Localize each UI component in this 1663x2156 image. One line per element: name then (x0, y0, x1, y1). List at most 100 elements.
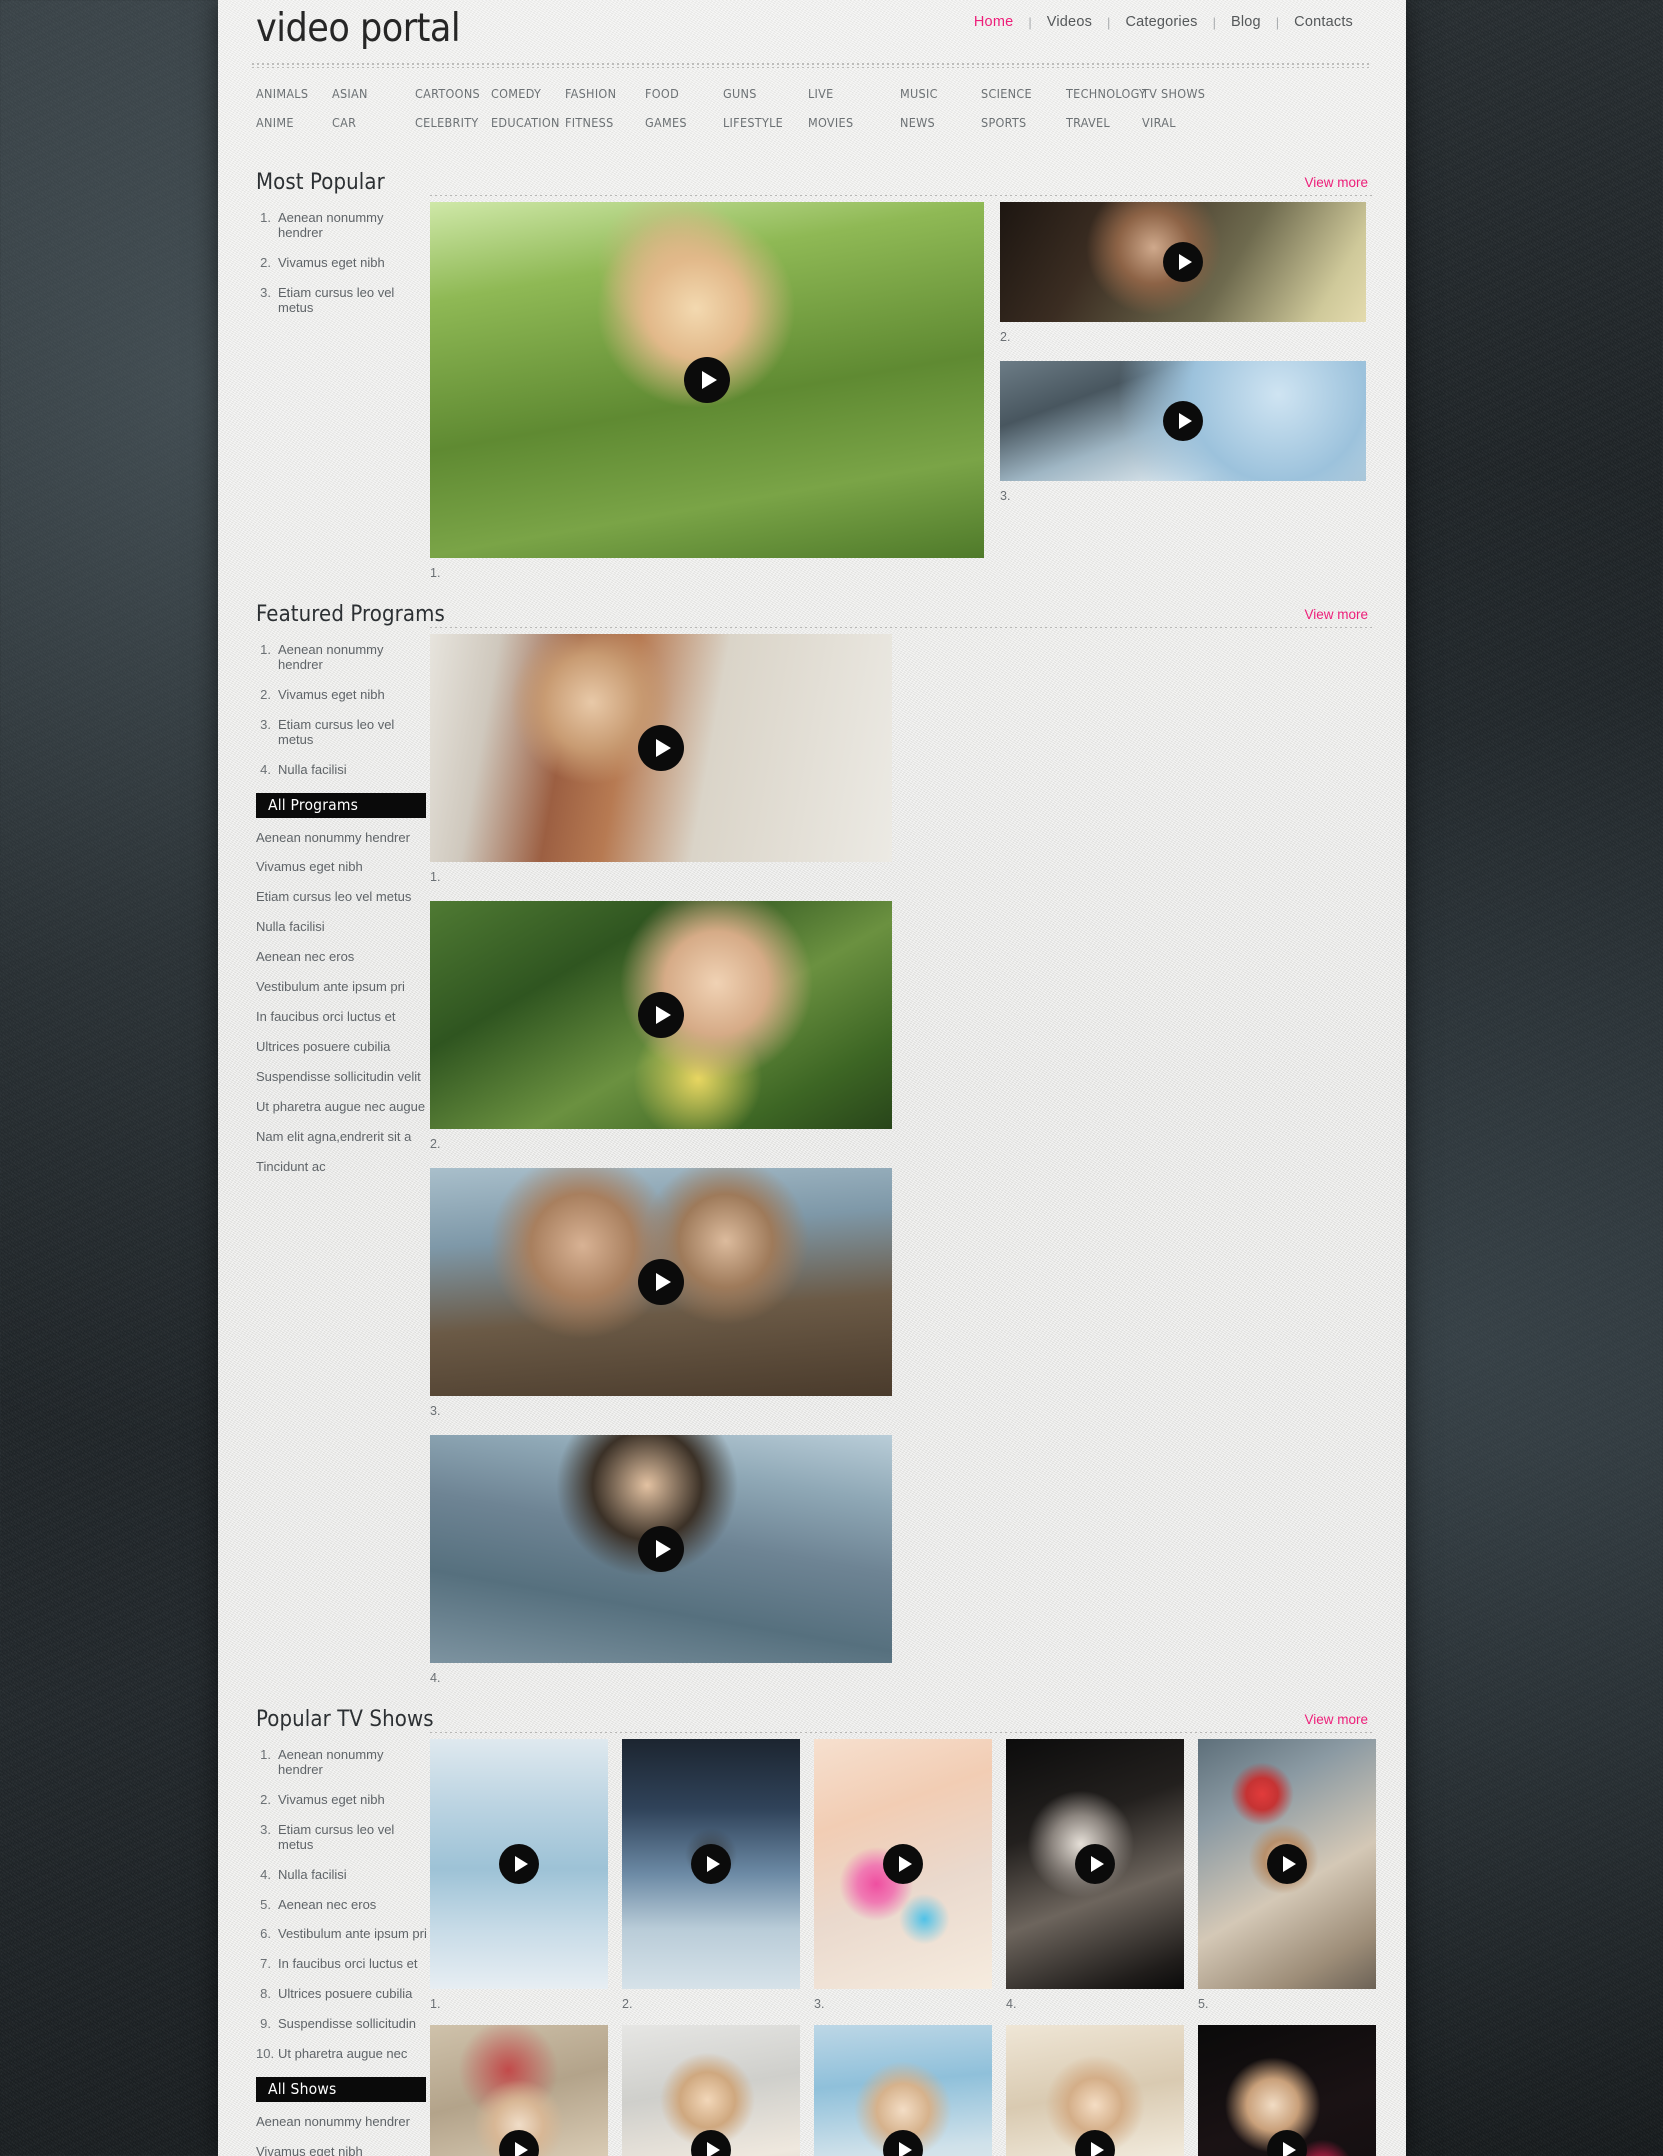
list-item[interactable]: Vivamus eget nibh (256, 860, 430, 875)
list-item[interactable]: 1. Aenean nonummy hendrer (256, 1747, 430, 1778)
list-item[interactable]: In faucibus orci luctus et (256, 1009, 430, 1025)
play-icon[interactable] (1075, 1843, 1115, 1884)
list-item[interactable]: 2. Vivamus eget nibh (256, 687, 430, 703)
tv-thumbnail-8[interactable] (814, 2024, 992, 2156)
list-item[interactable]: Nulla facilisi (256, 919, 430, 935)
tv-thumbnail-9[interactable] (1006, 2024, 1184, 2156)
category-car[interactable]: CAR (332, 115, 415, 130)
category-guns[interactable]: GUNS (723, 86, 808, 101)
category-games[interactable]: GAMES (645, 115, 723, 130)
featured-thumbnail-4[interactable] (430, 1434, 892, 1663)
video-card: 10. (1198, 2024, 1376, 2156)
video-thumbnail-1[interactable] (430, 201, 984, 558)
play-icon[interactable] (1267, 1843, 1307, 1884)
popular-tv-shows-view-more[interactable]: View more (1304, 1712, 1368, 1727)
list-item[interactable]: 6. Vestibulum ante ipsum pri (256, 1927, 430, 1942)
nav-item-categories[interactable]: Categories (1110, 14, 1212, 30)
all-shows-heading[interactable]: All Shows (256, 2077, 426, 2103)
category-live[interactable]: LIVE (808, 86, 900, 101)
list-item[interactable]: Suspendisse sollicitudin velit (256, 1069, 430, 1085)
category-comedy[interactable]: COMEDY (491, 86, 565, 101)
nav-item-home[interactable]: Home (959, 14, 1028, 30)
category-animals[interactable]: ANIMALS (252, 86, 332, 101)
list-item[interactable]: 4. Nulla facilisi (256, 762, 430, 778)
play-icon[interactable] (1163, 400, 1203, 441)
tv-thumbnail-5[interactable] (1198, 1738, 1376, 1989)
tv-thumbnail-2[interactable] (622, 1738, 800, 1989)
list-item[interactable]: 10. Ut pharetra augue nec (256, 2046, 430, 2062)
video-card: 5. (1198, 1738, 1376, 2011)
nav-item-contacts[interactable]: Contacts (1279, 14, 1368, 30)
tv-thumbnail-4[interactable] (1006, 1738, 1184, 1989)
list-item[interactable]: Aenean nec eros (256, 949, 430, 965)
list-item[interactable]: 8. Ultrices posuere cubilia (256, 1986, 430, 2002)
video-thumbnail-2[interactable] (1000, 201, 1366, 322)
tv-thumbnail-3[interactable] (814, 1738, 992, 1989)
nav-item-videos[interactable]: Videos (1032, 14, 1107, 30)
popular-tv-shows-body: 1. Aenean nonummy hendrer 2. Vivamus ege… (252, 1738, 1376, 2156)
category-travel[interactable]: TRAVEL (1066, 115, 1142, 130)
category-sports[interactable]: SPORTS (981, 115, 1066, 130)
play-icon[interactable] (638, 1258, 684, 1305)
tv-thumbnail-7[interactable] (622, 2024, 800, 2156)
list-item[interactable]: Ut pharetra augue nec augue (256, 1099, 430, 1115)
list-item-number: 7. (260, 1956, 271, 1972)
list-item[interactable]: 9. Suspendisse sollicitudin (256, 2016, 430, 2032)
play-icon[interactable] (883, 1843, 923, 1884)
all-programs-heading[interactable]: All Programs (256, 792, 426, 818)
list-item[interactable]: 7. In faucibus orci luctus et (256, 1956, 430, 1972)
category-anime[interactable]: ANIME (252, 115, 332, 130)
category-food[interactable]: FOOD (645, 86, 723, 101)
featured-thumbnail-1[interactable] (430, 633, 892, 862)
list-item[interactable]: Aenean nonummy hendrer (256, 2114, 430, 2130)
list-item[interactable]: 2. Vivamus eget nibh (256, 1792, 430, 1808)
featured-thumbnail-3[interactable] (430, 1167, 892, 1396)
category-music[interactable]: MUSIC (900, 86, 981, 101)
list-item[interactable]: 5. Aenean nec eros (256, 1897, 430, 1913)
play-icon[interactable] (684, 356, 730, 403)
list-item-number: 1. (260, 209, 271, 225)
category-tv-shows[interactable]: TV SHOWS (1142, 86, 1217, 101)
category-science[interactable]: SCIENCE (981, 86, 1066, 101)
category-cartoons[interactable]: CARTOONS (415, 86, 491, 101)
category-movies[interactable]: MOVIES (808, 115, 900, 130)
category-viral[interactable]: VIRAL (1142, 115, 1217, 130)
list-item[interactable]: 1. Aenean nonummy hendrer (256, 209, 430, 241)
video-thumbnail-3[interactable] (1000, 360, 1366, 481)
list-item-number: 8. (260, 1986, 271, 2002)
play-icon[interactable] (638, 991, 684, 1038)
category-celebrity[interactable]: CELEBRITY (415, 115, 491, 130)
tv-thumbnail-1[interactable] (430, 1738, 608, 1989)
category-technology[interactable]: TECHNOLOGY (1066, 86, 1146, 101)
tv-thumbnail-6[interactable] (430, 2024, 608, 2156)
play-icon[interactable] (499, 1843, 539, 1884)
play-icon[interactable] (1163, 241, 1203, 282)
list-item[interactable]: Tincidunt ac (256, 1159, 430, 1175)
list-item[interactable]: Vestibulum ante ipsum pri (256, 979, 430, 995)
list-item[interactable]: Etiam cursus leo vel metus (256, 889, 430, 905)
play-icon[interactable] (638, 1525, 684, 1572)
list-item[interactable]: 3. Etiam cursus leo vel metus (256, 717, 430, 748)
category-fashion[interactable]: FASHION (565, 86, 645, 101)
category-lifestyle[interactable]: LIFESTYLE (723, 115, 808, 130)
featured-thumbnail-2[interactable] (430, 900, 892, 1129)
list-item[interactable]: 4. Nulla facilisi (256, 1867, 430, 1883)
featured-programs-view-more[interactable]: View more (1304, 607, 1368, 622)
category-education[interactable]: EDUCATION (491, 115, 565, 130)
list-item[interactable]: 1. Aenean nonummy hendrer (256, 642, 430, 673)
list-item[interactable]: Ultrices posuere cubilia (256, 1039, 430, 1055)
category-fitness[interactable]: FITNESS (565, 115, 645, 130)
list-item[interactable]: Aenean nonummy hendrer (256, 830, 430, 846)
play-icon[interactable] (638, 724, 684, 771)
most-popular-view-more[interactable]: View more (1304, 175, 1368, 190)
tv-thumbnail-10[interactable] (1198, 2024, 1376, 2156)
list-item[interactable]: 3. Etiam cursus leo vel metus (256, 1822, 430, 1853)
category-asian[interactable]: ASIAN (332, 86, 415, 101)
list-item[interactable]: Nam elit agna,endrerit sit a (256, 1129, 430, 1145)
list-item[interactable]: 2. Vivamus eget nibh (256, 255, 430, 271)
list-item[interactable]: 3. Etiam cursus leo vel metus (256, 285, 430, 316)
list-item[interactable]: Vivamus eget nibh (256, 2144, 430, 2156)
play-icon[interactable] (691, 1843, 731, 1884)
nav-item-blog[interactable]: Blog (1216, 14, 1276, 30)
category-news[interactable]: NEWS (900, 115, 981, 130)
